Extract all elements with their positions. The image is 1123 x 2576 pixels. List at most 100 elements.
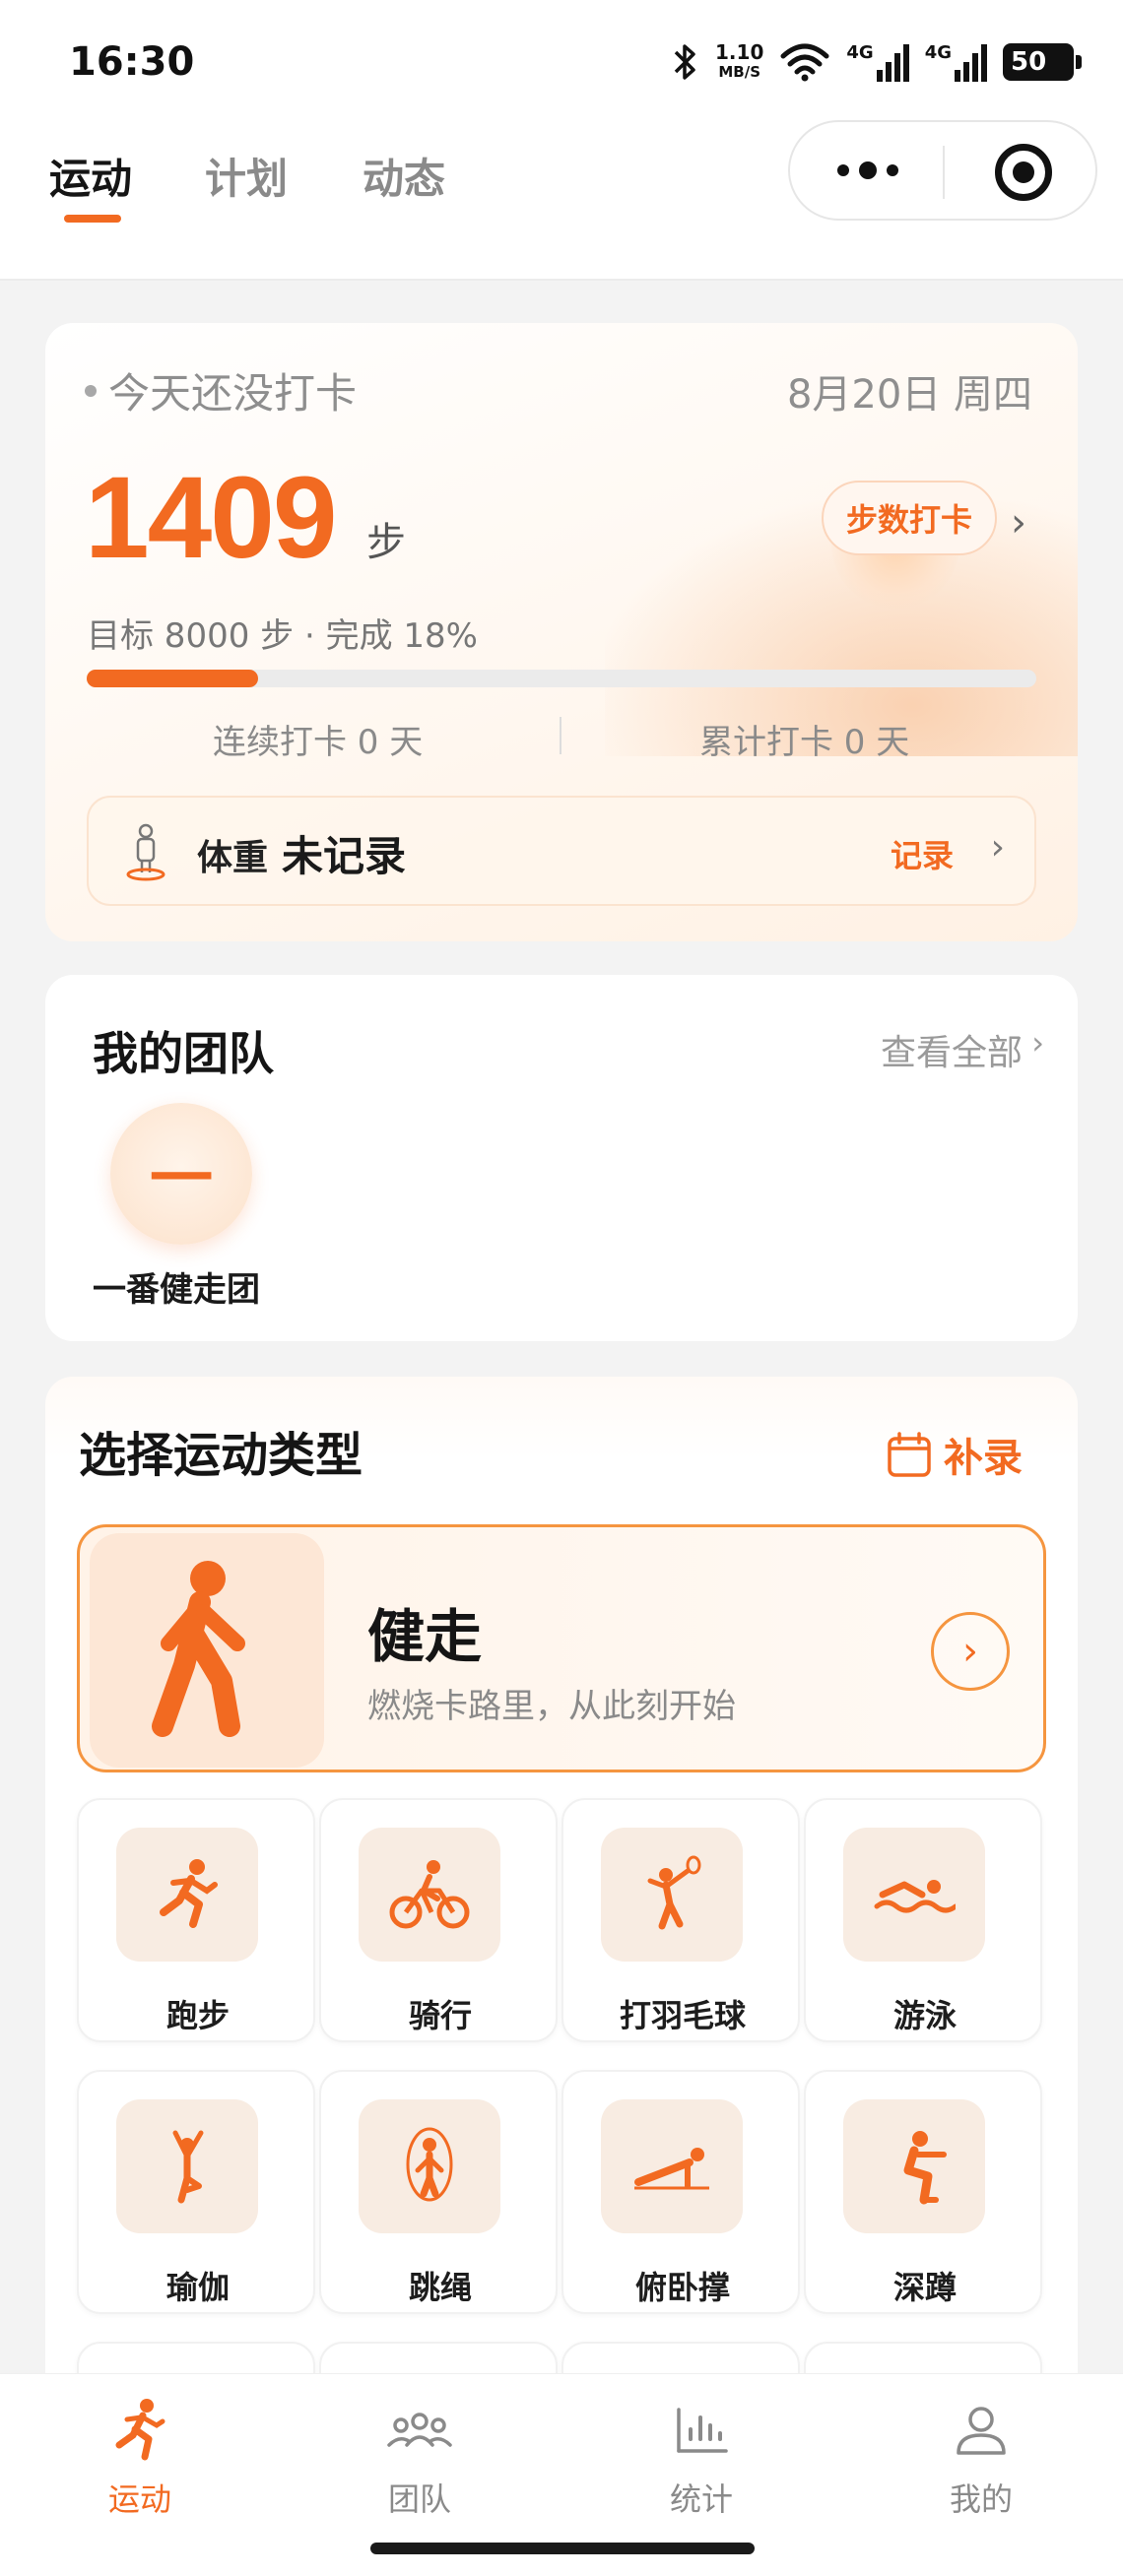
team-avatar-glyph: 一 bbox=[150, 1143, 213, 1216]
running-icon bbox=[116, 1828, 258, 1962]
streak-divider bbox=[560, 717, 562, 754]
walking-icon bbox=[152, 1561, 245, 1737]
active-tab-indicator bbox=[64, 215, 121, 223]
sport-label: 瑜伽 bbox=[165, 2269, 230, 2306]
sport-label: 骑行 bbox=[408, 1997, 472, 2034]
checkin-status-text: 今天还没打卡 bbox=[108, 369, 358, 418]
nav-label: 统计 bbox=[669, 2480, 733, 2518]
profile-icon bbox=[957, 2407, 1006, 2455]
signal-bars-icon bbox=[876, 44, 909, 82]
cycling-icon bbox=[359, 1828, 500, 1962]
calendar-icon bbox=[888, 1432, 931, 1477]
supplement-record-button[interactable]: 补录 bbox=[887, 1426, 1023, 1483]
cell-signal-2: 4G bbox=[925, 42, 987, 82]
step-progress-fill bbox=[87, 670, 258, 687]
step-card: 今天还没打卡 8月20日 周四 1409 步 步数打卡 › 目标 8000 步 … bbox=[45, 323, 1078, 941]
signal-bars-icon bbox=[955, 44, 987, 82]
sport-tile-running[interactable]: 跑步 bbox=[77, 1798, 315, 2042]
top-header: 运动 计划 动态 bbox=[0, 118, 1123, 281]
sport-tile-cycling[interactable]: 骑行 bbox=[319, 1798, 558, 2042]
checkin-status: 今天还没打卡 bbox=[85, 360, 357, 420]
more-options-icon[interactable] bbox=[837, 161, 898, 179]
chevron-right-icon[interactable]: › bbox=[1011, 500, 1026, 546]
sport-tile-pushup[interactable]: 俯卧撑 bbox=[562, 2070, 800, 2314]
supplement-label: 补录 bbox=[944, 1436, 1023, 1481]
team-name[interactable]: 一番健走团 bbox=[93, 1262, 260, 1311]
weight-row[interactable]: 体重 未记录 记录 › bbox=[87, 796, 1036, 906]
tab-plan[interactable]: 计划 bbox=[205, 146, 288, 206]
cell-signal-2-label: 4G bbox=[924, 42, 952, 63]
wifi-icon bbox=[780, 43, 829, 82]
team-section-title: 我的团队 bbox=[93, 1027, 274, 1080]
yoga-icon bbox=[116, 2099, 258, 2233]
streak-days: 连续打卡 0 天 bbox=[213, 723, 424, 762]
weight-person-icon bbox=[126, 823, 165, 881]
nav-item-profile[interactable]: 我的 bbox=[883, 2396, 1080, 2520]
nav-label: 运动 bbox=[107, 2480, 171, 2518]
view-all-link[interactable]: 查看全部 bbox=[881, 1024, 1023, 1075]
sport-label: 打羽毛球 bbox=[619, 1997, 746, 2034]
featured-subtitle: 燃烧卡路里，从此刻开始 bbox=[367, 1687, 736, 1726]
step-checkin-button[interactable]: 步数打卡 bbox=[822, 481, 997, 555]
date-label: 8月20日 周四 bbox=[786, 372, 1032, 418]
nav-item-team[interactable]: 团队 bbox=[321, 2396, 518, 2520]
weight-label: 体重 bbox=[197, 838, 269, 878]
sport-label: 游泳 bbox=[892, 1997, 957, 2034]
bluetooth-icon bbox=[674, 44, 695, 80]
status-dot bbox=[85, 384, 97, 397]
chart-icon bbox=[677, 2408, 728, 2453]
nav-label: 我的 bbox=[949, 2480, 1013, 2518]
network-speed-value: 1.10 bbox=[715, 40, 764, 64]
cell-signal-1-label: 4G bbox=[846, 42, 874, 63]
battery-level: 50 bbox=[1011, 47, 1047, 77]
sport-label: 跳绳 bbox=[408, 2269, 472, 2306]
tab-feed[interactable]: 动态 bbox=[363, 146, 445, 206]
chevron-right-circle-icon[interactable]: › bbox=[931, 1612, 1010, 1691]
status-time: 16:30 bbox=[69, 39, 195, 85]
sport-tile-jump-rope[interactable]: 跳绳 bbox=[319, 2070, 558, 2314]
featured-sport-walking[interactable]: 健走 燃烧卡路里，从此刻开始 › bbox=[77, 1524, 1046, 1772]
sport-tile-swimming[interactable]: 游泳 bbox=[804, 1798, 1042, 2042]
nav-label: 团队 bbox=[387, 2480, 451, 2518]
badminton-icon bbox=[601, 1828, 743, 1962]
pushup-icon bbox=[601, 2099, 743, 2233]
close-miniprogram-icon[interactable] bbox=[995, 144, 1052, 201]
sport-label: 俯卧撑 bbox=[634, 2269, 730, 2306]
total-days: 累计打卡 0 天 bbox=[699, 723, 910, 762]
step-count: 1409 bbox=[85, 453, 338, 583]
step-progress-bar bbox=[87, 670, 1036, 687]
home-indicator[interactable] bbox=[370, 2543, 755, 2554]
battery-icon: 50 bbox=[1003, 43, 1082, 81]
sport-type-card: 选择运动类型 补录 健走 燃烧卡路里，从此刻开始 › 跑步 骑行 打羽毛球 游泳… bbox=[45, 1377, 1078, 2576]
featured-title: 健走 bbox=[367, 1603, 483, 1670]
weight-value: 未记录 bbox=[282, 832, 407, 880]
cell-signal-1: 4G bbox=[846, 42, 909, 82]
chevron-right-icon[interactable]: › bbox=[1031, 1024, 1044, 1062]
sport-tile-yoga[interactable]: 瑜伽 bbox=[77, 2070, 315, 2314]
sport-tile-badminton[interactable]: 打羽毛球 bbox=[562, 1798, 800, 2042]
sport-tile-squat[interactable]: 深蹲 bbox=[804, 2070, 1042, 2314]
nav-item-stats[interactable]: 统计 bbox=[603, 2396, 800, 2520]
record-weight-button[interactable]: 记录 bbox=[891, 831, 954, 876]
step-unit: 步 bbox=[366, 520, 406, 565]
swimming-icon bbox=[843, 1828, 985, 1962]
capsule-divider bbox=[943, 146, 945, 199]
team-card: 我的团队 查看全部 › 一 一番健走团 bbox=[45, 975, 1078, 1341]
running-icon bbox=[115, 2399, 165, 2461]
goal-text: 目标 8000 步 · 完成 18% bbox=[87, 616, 478, 656]
tab-sport[interactable]: 运动 bbox=[49, 146, 132, 206]
nav-item-sport[interactable]: 运动 bbox=[41, 2396, 238, 2520]
status-icons: 1.10 MB/S 4G 4G 50 bbox=[670, 37, 1082, 87]
network-speed: 1.10 MB/S bbox=[715, 42, 763, 82]
status-bar: 16:30 1.10 MB/S 4G 4G 50 bbox=[0, 0, 1123, 118]
sport-section-title: 选择运动类型 bbox=[79, 1428, 363, 1483]
squat-icon bbox=[843, 2099, 985, 2233]
team-icon bbox=[387, 2413, 452, 2447]
team-avatar[interactable]: 一 bbox=[110, 1103, 252, 1245]
network-speed-unit: MB/S bbox=[718, 63, 761, 81]
chevron-right-icon[interactable]: › bbox=[991, 827, 1005, 868]
miniprogram-capsule bbox=[788, 120, 1097, 221]
jump-rope-icon bbox=[359, 2099, 500, 2233]
featured-image bbox=[90, 1533, 324, 1768]
sport-label: 跑步 bbox=[165, 1997, 230, 2034]
